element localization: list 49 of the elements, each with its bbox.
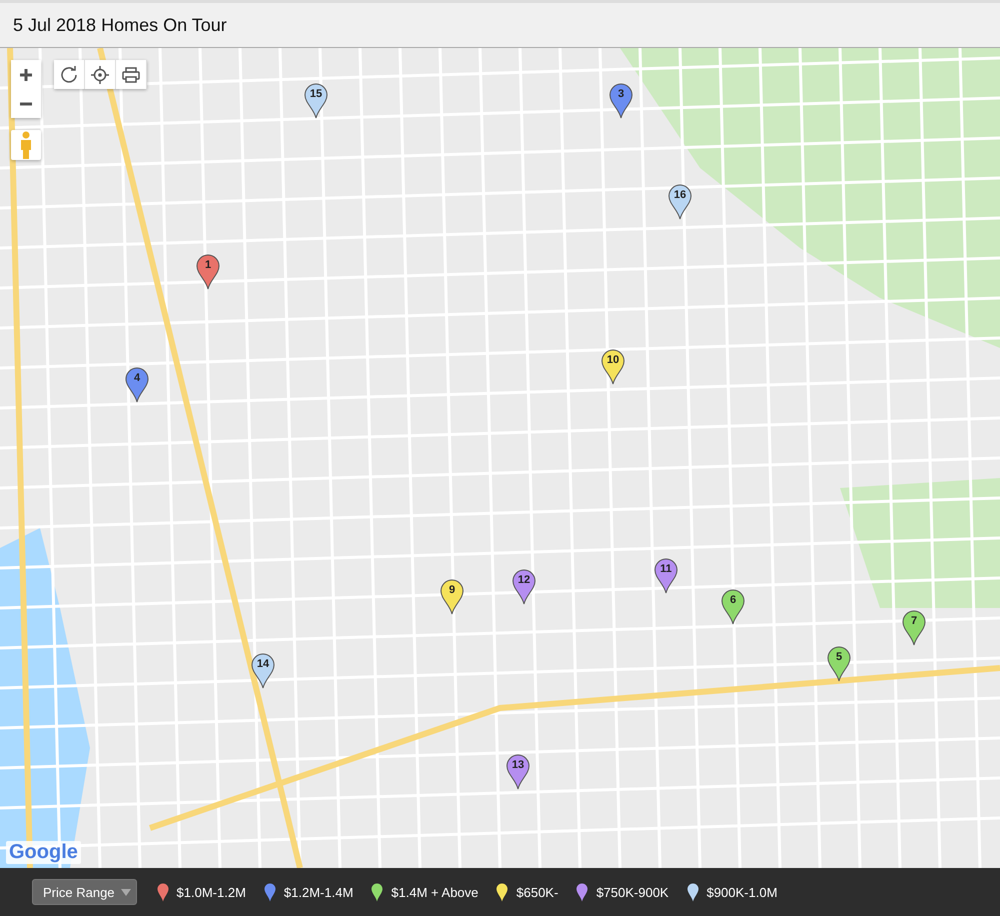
map-pin[interactable]: 9 bbox=[440, 579, 464, 615]
caret-icon bbox=[120, 887, 131, 897]
map-pin[interactable]: 12 bbox=[512, 569, 536, 605]
pin-number: 13 bbox=[510, 759, 526, 772]
map-pin[interactable]: 5 bbox=[827, 646, 851, 682]
pin-number: 9 bbox=[448, 584, 456, 597]
map-pin[interactable]: 4 bbox=[125, 367, 149, 403]
map-area[interactable]: 1 3 4 5 6 7 9 10 11 12 13 14 15 16 Google bbox=[0, 48, 1000, 868]
pin-number: 16 bbox=[672, 189, 688, 202]
pin-number: 11 bbox=[659, 563, 673, 576]
crosshair-icon bbox=[91, 66, 109, 84]
pin-number: 14 bbox=[256, 658, 270, 671]
pin-number: 12 bbox=[516, 574, 532, 587]
legend-label: $1.4M + Above bbox=[391, 884, 478, 900]
map-pin[interactable]: 3 bbox=[609, 83, 633, 119]
refresh-icon bbox=[60, 66, 78, 84]
map-pin[interactable]: 15 bbox=[304, 83, 328, 119]
page-title: 5 Jul 2018 Homes On Tour bbox=[13, 14, 227, 36]
google-logo: Google bbox=[6, 841, 81, 864]
map-pin[interactable]: 16 bbox=[668, 184, 692, 220]
pin-number: 15 bbox=[308, 88, 324, 101]
plus-icon bbox=[19, 68, 33, 82]
print-button[interactable] bbox=[116, 60, 147, 89]
printer-icon bbox=[122, 66, 140, 82]
pin-number: 10 bbox=[606, 354, 620, 367]
pin-number: 7 bbox=[910, 615, 918, 628]
pin-number: 5 bbox=[834, 651, 844, 664]
pin-number: 4 bbox=[132, 372, 142, 385]
locate-button[interactable] bbox=[85, 60, 116, 89]
legend-label: $750K-900K bbox=[596, 884, 669, 900]
pin-number: 3 bbox=[616, 88, 626, 101]
map-pin[interactable]: 1 bbox=[196, 254, 220, 290]
price-range-dropdown[interactable]: Price Range bbox=[32, 879, 137, 905]
map-pin[interactable]: 11 bbox=[654, 558, 678, 594]
pin-number: 6 bbox=[728, 594, 738, 607]
legend-label: $1.0M-1.2M bbox=[176, 884, 246, 900]
zoom-out-button[interactable] bbox=[11, 89, 41, 118]
map-pin[interactable]: 13 bbox=[506, 754, 530, 790]
map-pin[interactable]: 14 bbox=[251, 653, 275, 689]
legend-label: $650K- bbox=[516, 884, 558, 900]
legend-label: $900K-1.0M bbox=[706, 884, 778, 900]
zoom-in-button[interactable] bbox=[11, 60, 41, 89]
map-pin[interactable]: 6 bbox=[721, 589, 745, 625]
pin-number: 1 bbox=[204, 259, 212, 272]
legend-label: $1.2M-1.4M bbox=[284, 884, 354, 900]
map-pin[interactable]: 10 bbox=[601, 349, 625, 385]
map-pin[interactable]: 7 bbox=[902, 610, 926, 646]
refresh-button[interactable] bbox=[54, 60, 85, 89]
person-icon bbox=[19, 131, 33, 159]
